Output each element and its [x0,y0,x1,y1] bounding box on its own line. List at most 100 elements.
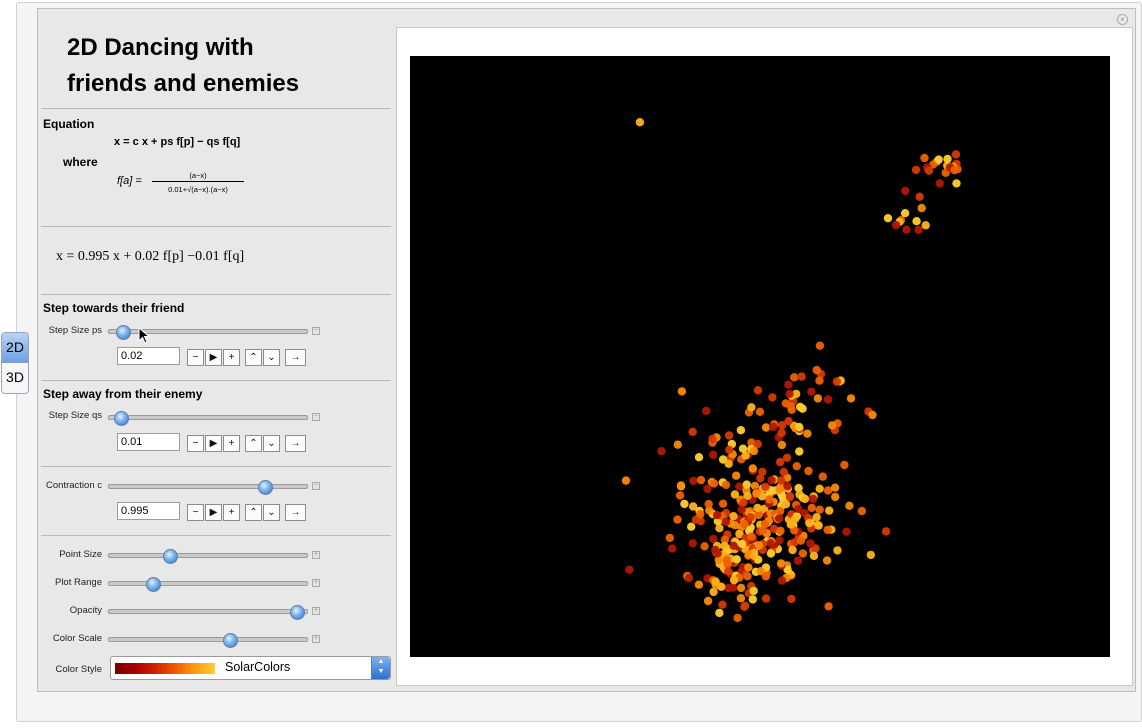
f-denominator: 0.01+√(a−x).(a−x) [168,185,228,194]
data-point [891,220,901,230]
qs-decrement-button[interactable]: − [187,435,204,452]
plot-range-thumb[interactable] [145,577,161,592]
data-point [756,474,765,483]
c-slower-button[interactable]: ⌄ [263,504,280,521]
plus-minus-icon[interactable]: − [312,327,320,335]
data-point [815,484,824,493]
ps-faster-button[interactable]: ⌃ [245,349,262,366]
ps-increment-button[interactable]: + [223,349,240,366]
plus-minus-icon[interactable]: + [312,579,320,587]
data-point [824,602,833,611]
view-3d-button[interactable]: 3D [2,363,28,392]
page-title: 2D Dancing with friends and enemies [67,30,367,102]
particle-plot [410,56,1110,657]
color-scale-thumb[interactable] [222,633,238,648]
data-point [749,586,758,596]
title-line-1: 2D Dancing with [67,34,254,61]
step-size-ps-thumb[interactable] [115,325,131,340]
contraction-slider[interactable] [108,480,308,495]
ps-slower-button[interactable]: ⌄ [263,349,280,366]
ps-direction-button[interactable]: → [285,349,306,366]
data-point [866,550,875,560]
data-point [921,221,930,230]
data-point [934,155,943,164]
data-point [951,150,961,159]
color-scale-slider[interactable] [108,633,308,648]
data-point [709,479,719,488]
data-point [673,515,682,524]
data-point [755,407,765,416]
step-size-qs-thumb[interactable] [113,411,129,426]
plus-minus-icon[interactable]: − [312,413,320,421]
step-size-ps-label: Step Size ps [48,325,102,336]
equation-heading: Equation [43,117,95,131]
qs-slower-button[interactable]: ⌄ [263,435,280,452]
data-point [665,533,674,543]
data-point [718,600,727,609]
data-point [747,532,756,541]
data-point [812,365,821,375]
plus-minus-icon[interactable]: − [312,482,320,490]
data-point [795,447,804,456]
data-point [845,501,854,510]
view-2d-button[interactable]: 2D [2,333,28,363]
separator [41,226,391,227]
qs-direction-button[interactable]: → [285,435,306,452]
plus-minus-icon[interactable]: + [312,551,320,559]
data-point [718,499,728,508]
data-point [915,192,924,201]
opacity-slider[interactable] [108,605,308,620]
contraction-input[interactable]: 0.995 [117,502,180,520]
c-faster-button[interactable]: ⌃ [245,504,262,521]
data-point [635,118,645,127]
close-icon[interactable]: × [1117,14,1128,25]
equation-main: x = c x + ps f[p] − qs f[q] [114,136,241,148]
ps-decrement-button[interactable]: − [187,349,204,366]
point-size-slider[interactable] [108,549,308,564]
c-increment-button[interactable]: + [223,504,240,521]
data-point [761,572,771,581]
data-point [738,444,748,453]
color-style-value: SolarColors [225,660,291,674]
c-decrement-button[interactable]: − [187,504,204,521]
data-point [950,166,959,175]
qs-faster-button[interactable]: ⌃ [245,435,262,452]
data-point [842,527,851,536]
f-numerator: (a−x) [152,170,244,182]
data-point [807,503,816,513]
data-point [786,402,796,411]
data-point [935,179,944,188]
step-size-ps-input[interactable]: 0.02 [117,347,180,365]
data-point [668,544,677,553]
ps-play-button[interactable]: ▶ [205,349,222,366]
qs-play-button[interactable]: ▶ [205,435,222,452]
data-point [784,380,793,389]
c-direction-button[interactable]: → [285,504,306,521]
c-play-button[interactable]: ▶ [205,504,222,521]
data-point [713,549,722,558]
step-size-qs-slider[interactable] [108,411,308,426]
data-point [744,563,753,572]
data-point [729,576,739,585]
updown-arrows-icon[interactable]: ▲ ▼ [371,657,390,679]
data-point [812,513,821,522]
data-point [730,490,740,499]
opacity-thumb[interactable] [290,605,306,620]
data-point [832,377,842,386]
plus-minus-icon[interactable]: + [312,635,320,643]
data-point [732,555,741,564]
current-equation: x = 0.995 x + 0.02 f[p] −0.01 f[q] [56,249,245,264]
data-point [803,429,812,438]
data-point [794,504,803,513]
data-point [675,491,685,500]
data-point [729,512,738,521]
plot-range-slider[interactable] [108,577,308,592]
data-point [746,513,755,522]
data-point [677,387,687,396]
qs-increment-button[interactable]: + [223,435,240,452]
data-point [823,395,833,404]
step-size-qs-input[interactable]: 0.01 [117,433,180,451]
data-point [776,526,785,535]
plus-minus-icon[interactable]: + [312,607,320,615]
color-style-dropdown[interactable]: SolarColors ▲ ▼ [110,656,391,680]
